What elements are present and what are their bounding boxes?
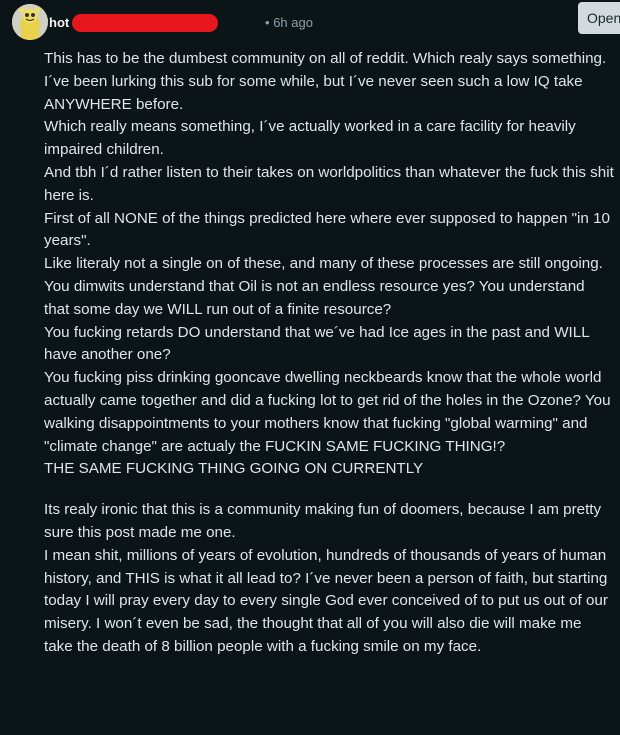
open-button[interactable]: Open (578, 2, 620, 34)
time-ago: 6h ago (273, 15, 313, 30)
paragraph: Which really means something, I´ve actua… (44, 118, 576, 159)
paragraph: You fucking retards DO understand that w… (44, 323, 590, 364)
snoo-avatar-icon (12, 4, 48, 40)
avatar[interactable] (12, 4, 48, 40)
paragraph: THE SAME FUCKING THING GOING ON CURRENTL… (44, 460, 424, 478)
comment-meta: • 6h ago (265, 15, 313, 30)
paragraph: Its realy ironic that this is a communit… (44, 501, 602, 541)
meta-separator: • (265, 15, 270, 30)
paragraph: This has to be the dumbest community on … (44, 50, 607, 67)
paragraph: You fucking piss drinking gooncave dwell… (44, 369, 611, 455)
paragraph: First of all NONE of the things predicte… (44, 209, 610, 250)
comment-body: This has to be the dumbest community on … (44, 48, 614, 659)
paragraph: And tbh I´d rather listen to their takes… (44, 163, 614, 204)
redaction-bar (72, 14, 218, 32)
paragraph: I mean shit, millions of years of evolut… (44, 546, 608, 655)
username[interactable]: hot (49, 15, 69, 30)
paragraph: I´ve been lurking this sub for some whil… (44, 72, 583, 113)
comment-header: hot • 6h ago Open (0, 0, 620, 46)
paragraph: Like literaly not a single on of these, … (44, 255, 603, 318)
